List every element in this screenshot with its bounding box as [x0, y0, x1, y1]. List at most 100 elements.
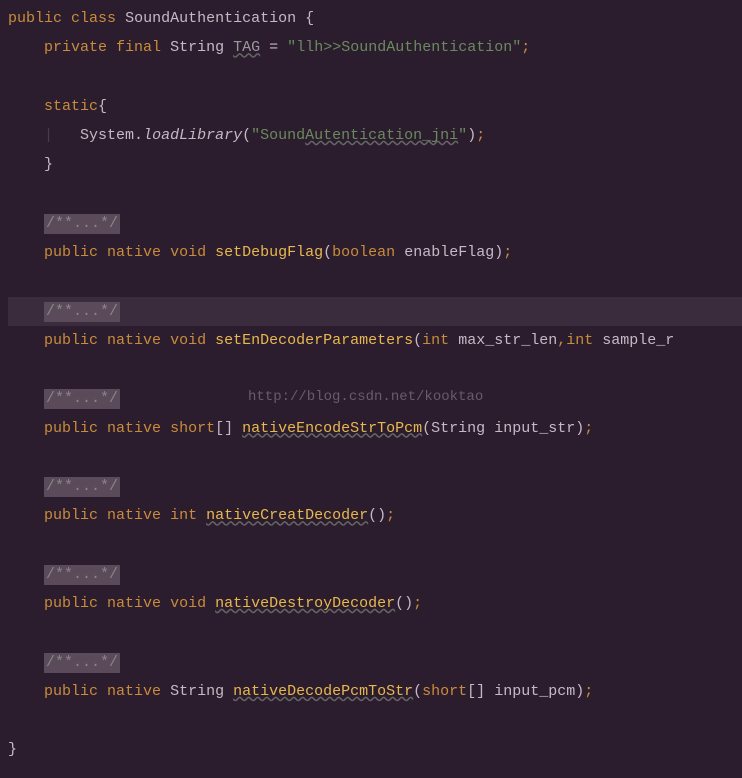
method-name: setEnDecoderParameters — [215, 332, 413, 349]
method-name: nativeEncodeStrToPcm — [242, 420, 422, 437]
keyword: final — [116, 39, 161, 56]
keyword: class — [71, 10, 116, 27]
code-line: public native void setEnDecoderParameter… — [8, 326, 742, 355]
field: TAG — [233, 39, 260, 56]
keyword: int — [170, 507, 197, 524]
code-line: } — [8, 735, 742, 764]
semicolon: ; — [476, 127, 485, 144]
code-line: private final String TAG = "llh>>SoundAu… — [8, 33, 742, 62]
brace: { — [305, 10, 314, 27]
keyword: public — [44, 420, 98, 437]
highlighted-line: /**...*/ — [8, 297, 742, 326]
parameter: input_pcm — [494, 683, 575, 700]
paren: ( — [242, 127, 251, 144]
comma: , — [557, 332, 566, 349]
paren: ( — [422, 420, 431, 437]
code-line: /**...*/ — [8, 648, 742, 677]
class-name: SoundAuthentication — [125, 10, 296, 27]
folded-comment[interactable]: /**...*/ — [44, 214, 120, 234]
operator: = — [269, 39, 278, 56]
parameter: sample_r — [602, 332, 674, 349]
code-line: /**...*/ — [8, 560, 742, 589]
method-name: nativeDecodePcmToStr — [233, 683, 413, 700]
folded-comment[interactable]: /**...*/ — [44, 389, 120, 409]
code-line — [8, 355, 742, 384]
paren: ) — [404, 595, 413, 612]
paren: ) — [575, 420, 584, 437]
code-line: public native int nativeCreatDecoder(); — [8, 501, 742, 530]
code-editor[interactable]: public class SoundAuthentication { priva… — [8, 4, 742, 765]
method-name: nativeDestroyDecoder — [215, 595, 395, 612]
semicolon: ; — [584, 420, 593, 437]
paren: ( — [368, 507, 377, 524]
watermark-text: http://blog.csdn.net/kooktao — [248, 384, 483, 411]
keyword: private — [44, 39, 107, 56]
keyword: short — [170, 420, 215, 437]
string: "SoundAutentication_jni" — [251, 127, 467, 144]
semicolon: ; — [584, 683, 593, 700]
keyword: native — [107, 420, 161, 437]
paren: ( — [413, 683, 422, 700]
parameter: max_str_len — [458, 332, 557, 349]
keyword: short — [422, 683, 467, 700]
paren: ) — [377, 507, 386, 524]
parameter: input_str — [494, 420, 575, 437]
code-line — [8, 443, 742, 472]
code-line: public native String nativeDecodePcmToSt… — [8, 677, 742, 706]
keyword: native — [107, 595, 161, 612]
folded-comment[interactable]: /**...*/ — [44, 477, 120, 497]
code-line: public class SoundAuthentication { — [8, 4, 742, 33]
keyword: public — [44, 332, 98, 349]
type: String — [431, 420, 485, 437]
code-line: public native short[] nativeEncodeStrToP… — [8, 414, 742, 443]
paren: ( — [395, 595, 404, 612]
paren: ( — [413, 332, 422, 349]
keyword: public — [8, 10, 62, 27]
folded-comment[interactable]: /**...*/ — [44, 302, 120, 322]
code-line — [8, 267, 742, 296]
brace: } — [8, 741, 17, 758]
keyword: int — [566, 332, 593, 349]
keyword: void — [170, 595, 206, 612]
code-line — [8, 618, 742, 647]
code-line: /**...*/ http://blog.csdn.net/kooktao — [8, 384, 742, 413]
code-line: public native void setDebugFlag(boolean … — [8, 238, 742, 267]
semicolon: ; — [521, 39, 530, 56]
semicolon: ; — [413, 595, 422, 612]
code-line: public native void nativeDestroyDecoder(… — [8, 589, 742, 618]
code-line — [8, 706, 742, 735]
keyword: void — [170, 244, 206, 261]
code-line: } — [8, 150, 742, 179]
identifier: System. — [80, 127, 143, 144]
keyword: public — [44, 595, 98, 612]
code-line — [8, 531, 742, 560]
method-call: loadLibrary — [143, 127, 242, 144]
code-line: | System.loadLibrary("SoundAutentication… — [8, 121, 742, 150]
keyword: public — [44, 244, 98, 261]
brackets: [] — [467, 683, 485, 700]
method-name: nativeCreatDecoder — [206, 507, 368, 524]
semicolon: ; — [386, 507, 395, 524]
code-line: /**...*/ — [8, 209, 742, 238]
folded-comment[interactable]: /**...*/ — [44, 565, 120, 585]
string: "llh>>SoundAuthentication" — [287, 39, 521, 56]
brace: } — [44, 156, 53, 173]
type: String — [170, 39, 224, 56]
paren: ) — [494, 244, 503, 261]
paren: ( — [323, 244, 332, 261]
paren: ) — [575, 683, 584, 700]
keyword: native — [107, 683, 161, 700]
semicolon: ; — [503, 244, 512, 261]
brackets: [] — [215, 420, 233, 437]
folded-comment[interactable]: /**...*/ — [44, 653, 120, 673]
keyword: public — [44, 683, 98, 700]
paren: ) — [467, 127, 476, 144]
brace: { — [98, 98, 107, 115]
code-line — [8, 180, 742, 209]
code-line: /**...*/ — [8, 472, 742, 501]
code-line: static{ — [8, 92, 742, 121]
keyword: boolean — [332, 244, 395, 261]
keyword: native — [107, 332, 161, 349]
keyword: native — [107, 507, 161, 524]
keyword: static — [44, 98, 98, 115]
